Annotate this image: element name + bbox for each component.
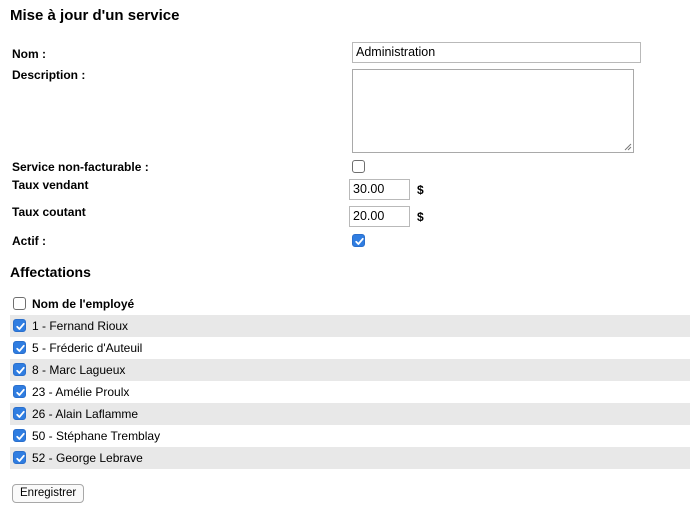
save-button[interactable]: Enregistrer (12, 484, 85, 503)
employee-checkbox[interactable] (13, 451, 26, 464)
employee-header-row: Nom de l'employé (10, 293, 690, 315)
checkmark-icon (355, 237, 364, 245)
checkmark-icon (16, 454, 25, 462)
active-label: Actif : (12, 234, 46, 248)
employee-checkbox[interactable] (13, 429, 26, 442)
description-label: Description : (12, 68, 86, 82)
employee-name-header: Nom de l'employé (32, 297, 135, 311)
description-textarea[interactable] (352, 69, 634, 153)
employee-checkbox[interactable] (13, 385, 26, 398)
employee-row: 26 - Alain Laflamme (10, 403, 690, 425)
active-checkbox[interactable] (352, 234, 365, 247)
checkmark-icon (16, 322, 25, 330)
employee-checkbox[interactable] (13, 407, 26, 420)
name-input[interactable]: Administration (352, 42, 641, 63)
employee-name: 52 - George Lebrave (32, 451, 143, 465)
checkmark-icon (16, 344, 25, 352)
employee-row: 5 - Fréderic d'Auteuil (10, 337, 690, 359)
employee-name: 1 - Fernand Rioux (32, 319, 129, 333)
checkmark-icon (16, 388, 25, 396)
assignments-title: Affectations (10, 264, 91, 280)
checkmark-icon (16, 410, 25, 418)
page-title: Mise à jour d'un service (10, 7, 180, 24)
employee-name: 26 - Alain Laflamme (32, 407, 139, 421)
cost-rate-input[interactable]: 20.00 (349, 206, 410, 227)
employee-checkbox[interactable] (13, 341, 26, 354)
employee-row: 8 - Marc Lagueux (10, 359, 690, 381)
checkmark-icon (16, 366, 25, 374)
non-billable-checkbox[interactable] (352, 160, 365, 173)
resize-grip-icon[interactable] (624, 143, 632, 151)
sell-rate-input[interactable]: 30.00 (349, 179, 410, 200)
checkmark-icon (16, 432, 25, 440)
employee-name: 23 - Amélie Proulx (32, 385, 130, 399)
name-label: Nom : (12, 47, 46, 61)
employee-name: 5 - Fréderic d'Auteuil (32, 341, 143, 355)
employee-checkbox[interactable] (13, 319, 26, 332)
employee-row: 52 - George Lebrave (10, 447, 690, 469)
employee-row: 23 - Amélie Proulx (10, 381, 690, 403)
employee-checkbox[interactable] (13, 363, 26, 376)
employee-name: 8 - Marc Lagueux (32, 363, 126, 377)
select-all-checkbox[interactable] (13, 297, 26, 310)
sell-rate-currency: $ (417, 183, 424, 197)
employee-row: 1 - Fernand Rioux (10, 315, 690, 337)
sell-rate-label: Taux vendant (12, 178, 89, 192)
employee-name: 50 - Stéphane Tremblay (32, 429, 161, 443)
non-billable-label: Service non-facturable : (12, 160, 149, 174)
cost-rate-label: Taux coutant (12, 205, 86, 219)
cost-rate-currency: $ (417, 210, 424, 224)
employee-row: 50 - Stéphane Tremblay (10, 425, 690, 447)
